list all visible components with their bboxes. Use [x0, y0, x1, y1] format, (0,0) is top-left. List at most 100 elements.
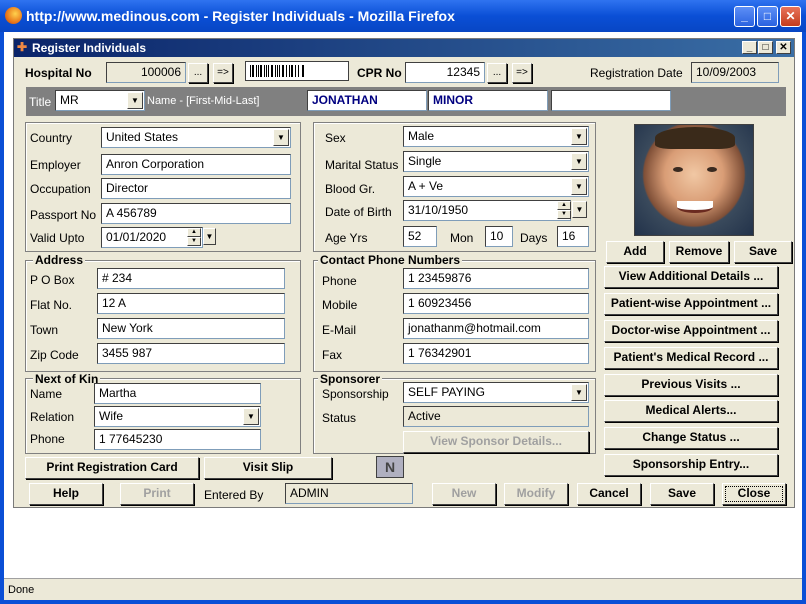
browser-title: http://www.medinous.com - Register Indiv… [26, 8, 455, 24]
photo-add-button[interactable]: Add [606, 241, 664, 263]
photo-remove-button[interactable]: Remove [669, 241, 729, 263]
title-dropdown-arrow[interactable]: ▼ [127, 92, 143, 109]
first-name-field[interactable]: JONATHAN [307, 90, 427, 111]
last-name-field[interactable] [551, 90, 671, 111]
patient-wise-appointment-button[interactable]: Patient-wise Appointment ... [604, 293, 778, 315]
kin-relation-dropdown-arrow[interactable]: ▼ [243, 408, 259, 425]
marital-status-dropdown-arrow[interactable]: ▼ [571, 153, 587, 170]
cpr-no-field[interactable]: 12345 [405, 62, 485, 83]
minimize-window-button[interactable]: _ [734, 6, 755, 27]
flat-no-label: Flat No. [30, 298, 73, 312]
photo-save-button[interactable]: Save [734, 241, 792, 263]
visit-slip-button[interactable]: Visit Slip [204, 457, 332, 479]
age-years-label: Age Yrs [325, 231, 368, 245]
kin-phone-field[interactable]: 1 77645230 [94, 429, 261, 450]
country-label: Country [30, 131, 73, 145]
cancel-button[interactable]: Cancel [577, 483, 641, 505]
valid-upto-label: Valid Upto [30, 231, 85, 245]
town-field[interactable]: New York [97, 318, 285, 339]
kin-relation-select[interactable]: Wife [94, 406, 261, 427]
view-sponsor-details-button[interactable]: View Sponsor Details... [403, 431, 589, 453]
marital-status-select[interactable]: Single [403, 151, 589, 172]
dialog-title-bar: ✚ Register Individuals _ □ ✕ [14, 39, 794, 57]
dialog-minimize-button[interactable]: _ [742, 41, 757, 54]
help-button[interactable]: Help [29, 483, 103, 505]
maximize-window-button[interactable]: □ [757, 6, 778, 27]
photo-eye-right [707, 167, 717, 172]
blood-group-dropdown-arrow[interactable]: ▼ [571, 178, 587, 195]
patient-medical-record-button[interactable]: Patient's Medical Record ... [604, 347, 778, 369]
dob-dropdown-arrow[interactable]: ▼ [572, 201, 587, 218]
save-button[interactable]: Save [650, 483, 714, 505]
passport-field[interactable]: A 456789 [101, 203, 291, 224]
sponsorship-entry-button[interactable]: Sponsorship Entry... [604, 454, 778, 476]
cpr-go-button[interactable]: => [512, 63, 532, 83]
kin-phone-label: Phone [30, 432, 65, 446]
valid-upto-dropdown-arrow[interactable]: ▼ [203, 228, 216, 245]
country-dropdown-arrow[interactable]: ▼ [273, 129, 289, 146]
pobox-field[interactable]: # 234 [97, 268, 285, 289]
employer-label: Employer [30, 158, 81, 172]
email-field[interactable]: jonathanm@hotmail.com [403, 318, 589, 339]
occupation-field[interactable]: Director [101, 178, 291, 199]
modify-button[interactable]: Modify [504, 483, 568, 505]
dob-spin-up[interactable]: ▲ [557, 201, 571, 210]
fax-field[interactable]: 1 76342901 [403, 343, 589, 364]
close-window-button[interactable]: ✕ [780, 6, 801, 27]
sex-dropdown-arrow[interactable]: ▼ [571, 128, 587, 145]
change-status-button[interactable]: Change Status ... [604, 427, 778, 449]
middle-name-field[interactable]: MINOR [428, 90, 548, 111]
hospital-no-go-button[interactable]: => [213, 63, 233, 83]
country-select[interactable]: United States [101, 127, 291, 148]
dob-spin-down[interactable]: ▼ [557, 210, 571, 219]
address-title: Address [33, 253, 86, 267]
kin-name-field[interactable]: Martha [94, 383, 261, 404]
sex-select[interactable]: Male [403, 126, 589, 147]
dialog-close-button[interactable]: ✕ [776, 41, 791, 54]
print-button[interactable]: Print [120, 483, 194, 505]
phone-label: Phone [322, 274, 357, 288]
medical-alerts-button[interactable]: Medical Alerts... [604, 400, 778, 422]
phone-field[interactable]: 1 23459876 [403, 268, 589, 289]
valid-upto-spin-down[interactable]: ▼ [187, 237, 201, 246]
dob-field[interactable]: 31/10/1950 [403, 200, 571, 221]
close-button[interactable]: Close [722, 483, 786, 505]
employer-field[interactable]: Anron Corporation [101, 154, 291, 175]
fax-label: Fax [322, 348, 343, 362]
sponsorship-dropdown-arrow[interactable]: ▼ [571, 384, 587, 401]
valid-upto-spin-up[interactable]: ▲ [187, 228, 201, 237]
age-years-field: 52 [403, 226, 437, 247]
photo-hair [655, 127, 735, 149]
new-button[interactable]: New [432, 483, 496, 505]
photo-mouth [677, 201, 713, 213]
browser-title-bar: http://www.medinous.com - Register Indiv… [0, 0, 806, 32]
cpr-no-label: CPR No [357, 66, 402, 80]
entered-by-label: Entered By [204, 488, 264, 502]
previous-visits-button[interactable]: Previous Visits ... [604, 374, 778, 396]
hospital-no-field[interactable]: 100006 [106, 62, 186, 83]
zip-code-field[interactable]: 3455 987 [97, 343, 285, 364]
hospital-no-browse-button[interactable]: ... [188, 63, 208, 83]
browser-status-bar: Done [4, 578, 802, 600]
age-days-label: Days [520, 231, 548, 245]
photo-eye-left [673, 167, 683, 172]
view-additional-details-button[interactable]: View Additional Details ... [604, 266, 778, 288]
dialog-maximize-button[interactable]: □ [758, 41, 773, 54]
sponsor-status-field: Active [403, 406, 589, 427]
sponsorship-label: Sponsorship [322, 387, 389, 401]
hospital-no-label: Hospital No [25, 66, 92, 80]
passport-label: Passport No [30, 208, 97, 222]
notes-icon[interactable]: N [376, 456, 404, 478]
sponsorship-select[interactable]: SELF PAYING [403, 382, 589, 403]
cpr-browse-button[interactable]: ... [487, 63, 507, 83]
blood-group-select[interactable]: A + Ve [403, 176, 589, 197]
mobile-field[interactable]: 1 60923456 [403, 293, 589, 314]
contact-title: Contact Phone Numbers [318, 253, 463, 267]
print-registration-card-button[interactable]: Print Registration Card [25, 457, 199, 479]
occupation-label: Occupation [30, 182, 91, 196]
flat-no-field[interactable]: 12 A [97, 293, 285, 314]
dialog-title: Register Individuals [32, 41, 147, 55]
age-months-field: 10 [485, 226, 513, 247]
doctor-wise-appointment-button[interactable]: Doctor-wise Appointment ... [604, 320, 778, 342]
next-of-kin-title: Next of Kin [33, 372, 101, 386]
